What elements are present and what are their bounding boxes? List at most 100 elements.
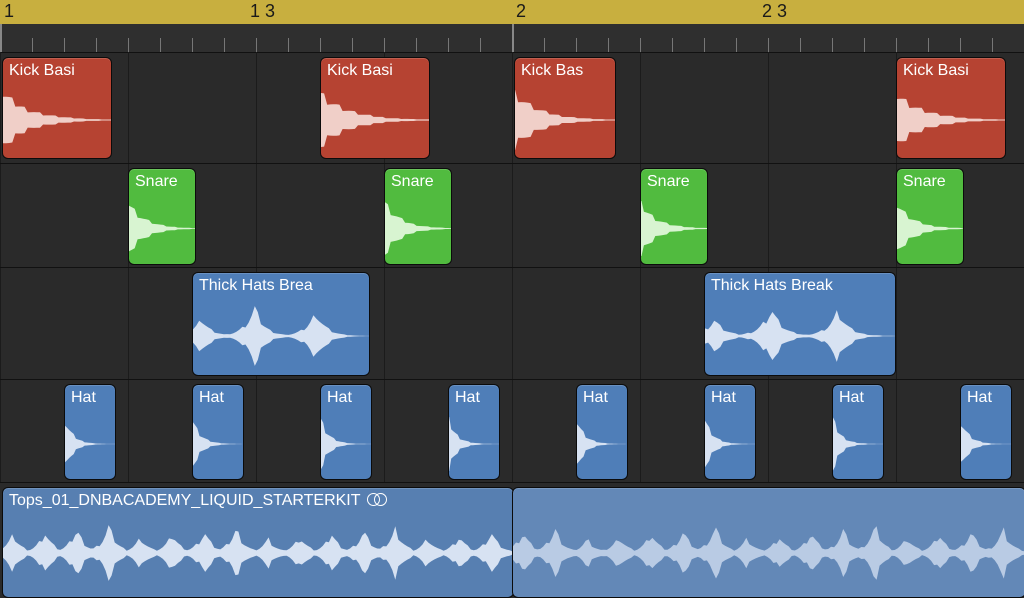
ruler-tick (992, 38, 993, 52)
ruler-tick (768, 38, 769, 52)
audio-clip-thick-hats[interactable]: Thick Hats Brea (192, 272, 370, 376)
waveform (129, 201, 195, 256)
clip-label: Hat (583, 389, 623, 407)
waveform (321, 417, 371, 471)
clip-label: Hat (967, 389, 1007, 407)
audio-clip-hat[interactable]: Hat (64, 384, 116, 480)
ruler-tick (960, 38, 961, 52)
audio-clip-hat[interactable]: Hat (192, 384, 244, 480)
ruler-tick (608, 38, 609, 52)
clip-label: Hat (327, 389, 367, 407)
waveform (577, 417, 627, 471)
ruler-tick (128, 38, 129, 52)
ruler-tick (352, 38, 353, 52)
ruler-tick (736, 38, 737, 52)
audio-clip-snare[interactable]: Snare (384, 168, 452, 265)
ruler-tick (288, 38, 289, 52)
clip-label: Kick Bas (521, 62, 611, 80)
waveform (833, 417, 883, 471)
ruler-tick (96, 38, 97, 52)
timeline-ticks[interactable] (0, 24, 1024, 53)
waveform (705, 417, 755, 471)
audio-clip-hat[interactable]: Hat (704, 384, 756, 480)
clip-label: Snare (647, 173, 703, 191)
ruler-tick (896, 38, 897, 52)
ruler-tick (672, 38, 673, 52)
ruler-tick (192, 38, 193, 52)
audio-clip-tops[interactable] (512, 487, 1024, 598)
ruler-tick-major (512, 24, 514, 52)
arrangement-view[interactable]: 1 1 3 2 2 3 Kick Basi Kick Basi Kick Bas Ki… (0, 0, 1024, 598)
waveform (513, 523, 1024, 583)
ruler-tick (320, 38, 321, 52)
clip-label: Thick Hats Brea (199, 277, 365, 295)
ruler-tick (800, 38, 801, 52)
waveform (641, 201, 707, 256)
ruler-tick (384, 38, 385, 52)
audio-clip-snare[interactable]: Snare (640, 168, 708, 265)
ruler-tick (256, 38, 257, 52)
clip-label: Hat (839, 389, 879, 407)
ruler-tick (416, 38, 417, 52)
ruler-tick (576, 38, 577, 52)
waveform (449, 417, 499, 471)
clip-label: Hat (711, 389, 751, 407)
clip-label: Thick Hats Break (711, 277, 891, 295)
ruler-tick (544, 38, 545, 52)
waveform (385, 201, 451, 256)
ruler-tick (64, 38, 65, 52)
waveform (3, 523, 513, 583)
audio-clip-hat[interactable]: Hat (320, 384, 372, 480)
audio-clip-kick[interactable]: Kick Basi (2, 57, 112, 159)
timeline-ruler[interactable]: 1 1 3 2 2 3 (0, 0, 1024, 25)
clip-label: Snare (391, 173, 447, 191)
ruler-tick (224, 38, 225, 52)
clip-label: Snare (135, 173, 191, 191)
clip-label: Kick Basi (903, 62, 1001, 80)
audio-clip-tops[interactable]: Tops_01_DNBACADEMY_LIQUID_STARTERKIT (2, 487, 514, 598)
clip-label: Kick Basi (9, 62, 107, 80)
ruler-tick (480, 38, 481, 52)
clip-label: Hat (199, 389, 239, 407)
waveform (321, 90, 429, 150)
waveform (515, 90, 615, 150)
waveform (961, 417, 1011, 471)
audio-clip-kick[interactable]: Kick Basi (320, 57, 430, 159)
audio-clip-thick-hats[interactable]: Thick Hats Break (704, 272, 896, 376)
clip-label: Hat (71, 389, 111, 407)
ruler-tick (864, 38, 865, 52)
bar-label: 1 (4, 0, 14, 22)
waveform (897, 90, 1005, 150)
bar-label: 2 3 (762, 0, 787, 22)
ruler-tick (160, 38, 161, 52)
audio-clip-snare[interactable]: Snare (896, 168, 964, 265)
ruler-tick (832, 38, 833, 52)
audio-clip-snare[interactable]: Snare (128, 168, 196, 265)
ruler-tick (928, 38, 929, 52)
audio-clip-kick[interactable]: Kick Basi (896, 57, 1006, 159)
stereo-icon (367, 493, 380, 506)
ruler-tick (704, 38, 705, 52)
waveform (65, 417, 115, 471)
ruler-tick (32, 38, 33, 52)
audio-clip-hat[interactable]: Hat (832, 384, 884, 480)
track-lane-kick[interactable] (0, 52, 1024, 164)
bar-label: 1 3 (250, 0, 275, 22)
clip-label: Tops_01_DNBACADEMY_LIQUID_STARTERKIT (9, 492, 509, 510)
waveform (193, 417, 243, 471)
waveform (193, 305, 369, 367)
bar-label: 2 (516, 0, 526, 22)
audio-clip-hat[interactable]: Hat (960, 384, 1012, 480)
ruler-tick-major (0, 24, 2, 52)
ruler-tick (640, 38, 641, 52)
waveform (897, 201, 963, 256)
audio-clip-hat[interactable]: Hat (448, 384, 500, 480)
waveform (3, 90, 111, 150)
clip-label: Kick Basi (327, 62, 425, 80)
audio-clip-kick[interactable]: Kick Bas (514, 57, 616, 159)
waveform (705, 305, 895, 367)
clip-label: Snare (903, 173, 959, 191)
audio-clip-hat[interactable]: Hat (576, 384, 628, 480)
ruler-tick (448, 38, 449, 52)
clip-label: Hat (455, 389, 495, 407)
